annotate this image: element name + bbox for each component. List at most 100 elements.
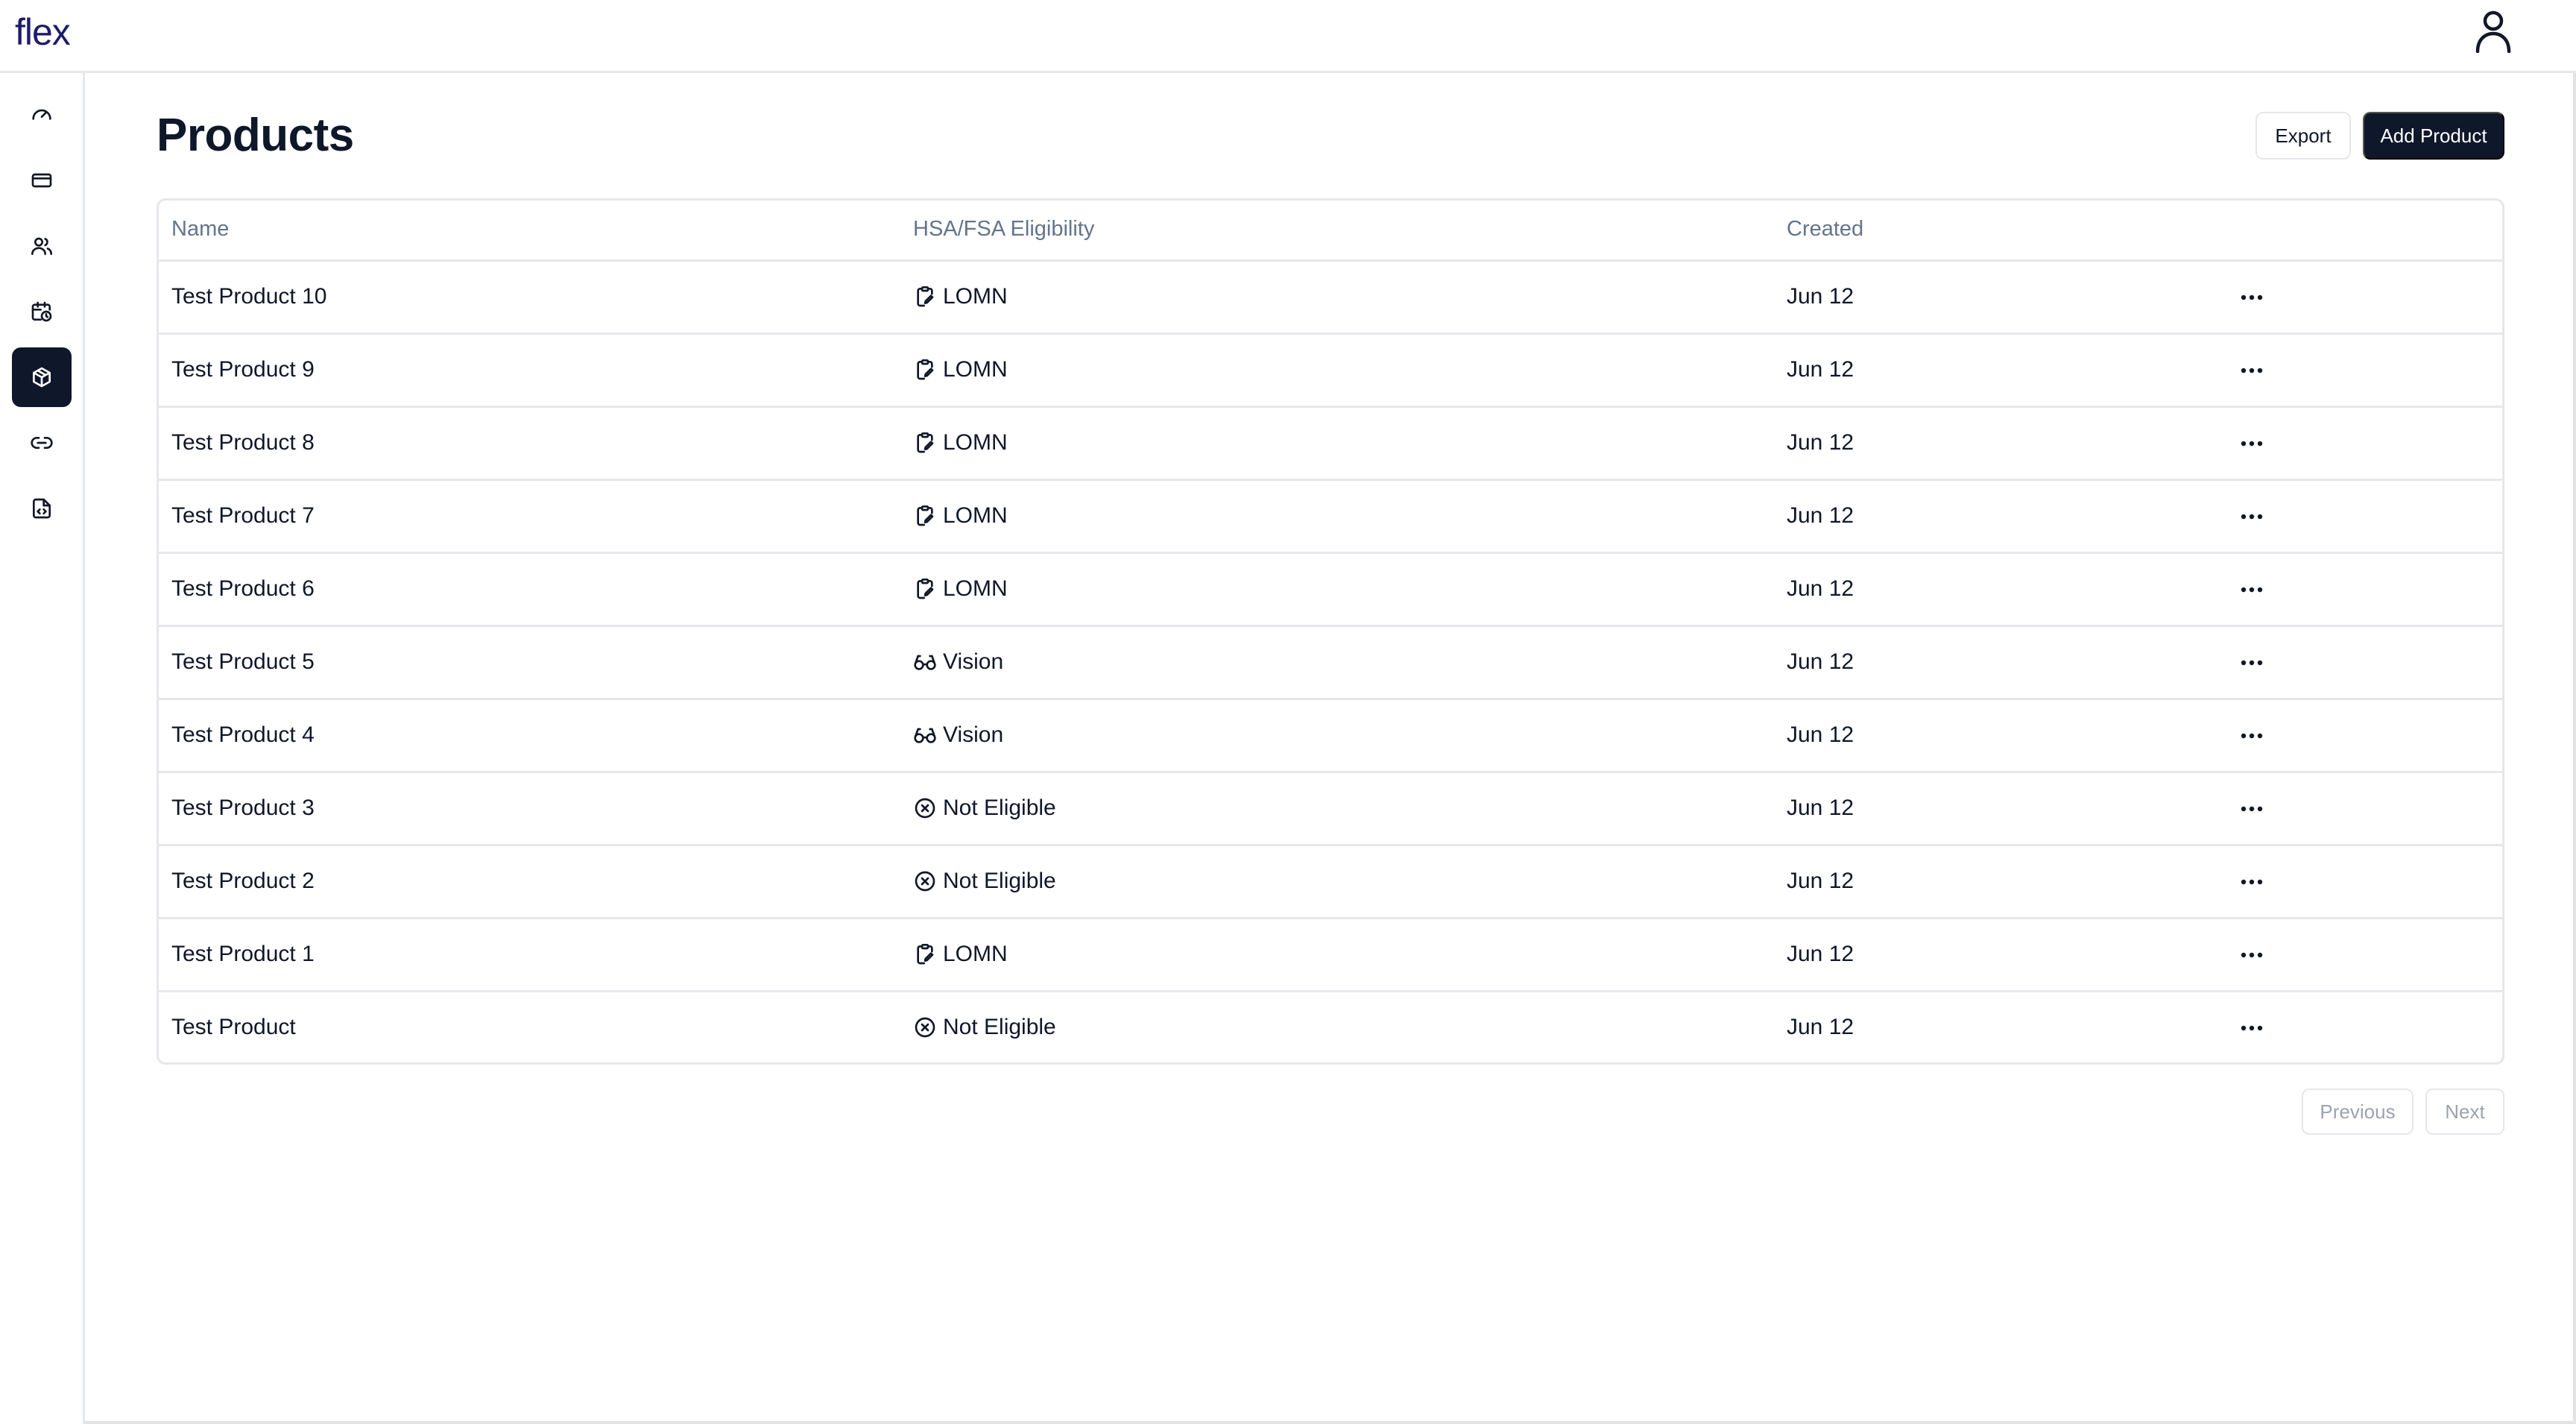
users-icon [31, 237, 52, 255]
row-actions-button[interactable] [2231, 1013, 2273, 1043]
eligibility-label: Not Eligible [943, 796, 1056, 820]
created-date: Jun 12 [1787, 284, 1854, 309]
export-button[interactable]: Export [2255, 112, 2351, 160]
sidebar-item-subscriptions[interactable] [12, 282, 72, 341]
clipboard-edit-icon [913, 285, 937, 309]
more-horizontal-icon [2241, 1025, 2263, 1031]
sidebar-item-payments[interactable] [12, 151, 72, 210]
row-actions-button[interactable] [2231, 721, 2273, 751]
logo[interactable]: flex [15, 10, 71, 54]
row-actions-button[interactable] [2231, 794, 2273, 824]
row-actions-button[interactable] [2231, 867, 2273, 897]
more-horizontal-icon [2241, 733, 2263, 739]
product-name[interactable]: Test Product 1 [171, 942, 315, 967]
row-actions-button[interactable] [2231, 283, 2273, 312]
eligibility-label: LOMN [943, 357, 1008, 382]
table-row[interactable]: Test Product 1 LOMN Jun 12 [159, 919, 2502, 992]
eligibility-cell: Not Eligible [913, 796, 1056, 821]
sidebar [0, 73, 85, 1424]
product-name[interactable]: Test Product 2 [171, 869, 315, 894]
table-row[interactable]: Test Product 8 LOMN Jun 12 [159, 408, 2502, 481]
table-row[interactable]: Test Product 10 LOMN Jun 12 [159, 262, 2502, 335]
sidebar-item-developers[interactable] [12, 479, 72, 538]
table-row[interactable]: Test Product 2 Not Eligible Jun 12 [159, 846, 2502, 919]
sidebar-item-dashboard[interactable] [12, 85, 72, 145]
package-icon [33, 367, 51, 388]
product-name[interactable]: Test Product 5 [171, 649, 315, 675]
table-row[interactable]: Test Product 4 Vision Jun 12 [159, 700, 2502, 773]
more-horizontal-icon [2241, 514, 2263, 520]
more-horizontal-icon [2241, 294, 2263, 300]
table-header: Name HSA/FSA Eligibility Created [159, 201, 2502, 262]
product-name[interactable]: Test Product 8 [171, 430, 315, 456]
created-date: Jun 12 [1787, 796, 1854, 820]
eligibility-cell: LOMN [913, 503, 1008, 529]
table-row[interactable]: Test Product 3 Not Eligible Jun 12 [159, 773, 2502, 846]
row-actions-button[interactable] [2231, 940, 2273, 970]
created-date: Jun 12 [1787, 649, 1854, 674]
eligibility-cell: Not Eligible [913, 1015, 1056, 1040]
next-button[interactable]: Next [2425, 1089, 2504, 1135]
product-name[interactable]: Test Product 6 [171, 576, 315, 602]
eligibility-label: Not Eligible [943, 1015, 1056, 1039]
sidebar-item-customers[interactable] [12, 216, 72, 276]
product-name[interactable]: Test Product 10 [171, 284, 326, 309]
previous-button[interactable]: Previous [2302, 1089, 2414, 1135]
clipboard-edit-icon [913, 942, 937, 966]
row-actions-button[interactable] [2231, 356, 2273, 385]
table-row[interactable]: Test Product 9 LOMN Jun 12 [159, 335, 2502, 408]
more-horizontal-icon [2241, 441, 2263, 447]
clipboard-edit-icon [913, 358, 937, 382]
gauge-icon [32, 109, 51, 120]
more-horizontal-icon [2241, 660, 2263, 666]
more-horizontal-icon [2241, 587, 2263, 593]
product-name[interactable]: Test Product 3 [171, 796, 315, 821]
eligibility-cell: LOMN [913, 357, 1008, 382]
row-actions-button[interactable] [2231, 575, 2273, 605]
created-date: Jun 12 [1787, 357, 1854, 382]
x-circle-icon [913, 869, 937, 893]
created-date: Jun 12 [1787, 1015, 1854, 1039]
page-title: Products [157, 110, 354, 161]
eligibility-cell: LOMN [913, 284, 1008, 309]
table-row[interactable]: Test Product 5 Vision Jun 12 [159, 627, 2502, 700]
row-actions-button[interactable] [2231, 502, 2273, 532]
more-horizontal-icon [2241, 368, 2263, 374]
eligibility-label: LOMN [943, 503, 1008, 528]
column-header-name: Name [171, 217, 230, 241]
table-row[interactable]: Test Product Not Eligible Jun 12 [159, 992, 2502, 1062]
product-name[interactable]: Test Product 7 [171, 503, 315, 529]
calendar-clock-icon [31, 301, 52, 322]
clipboard-edit-icon [913, 577, 937, 601]
eligibility-label: LOMN [943, 576, 1008, 601]
glasses-icon [913, 723, 937, 747]
created-date: Jun 12 [1787, 942, 1854, 966]
created-date: Jun 12 [1787, 869, 1854, 893]
product-name[interactable]: Test Product 9 [171, 357, 315, 382]
eligibility-label: LOMN [943, 284, 1008, 309]
product-name[interactable]: Test Product [171, 1015, 296, 1040]
eligibility-label: Vision [943, 649, 1004, 674]
sidebar-item-products[interactable] [12, 347, 72, 407]
user-profile-button[interactable] [2472, 7, 2515, 55]
more-horizontal-icon [2241, 806, 2263, 812]
user-icon [2475, 10, 2511, 53]
file-code-icon [33, 498, 51, 519]
row-actions-button[interactable] [2231, 429, 2273, 459]
created-date: Jun 12 [1787, 503, 1854, 528]
add-product-button[interactable]: Add Product [2363, 112, 2504, 160]
product-name[interactable]: Test Product 4 [171, 722, 315, 748]
eligibility-cell: Not Eligible [913, 869, 1056, 894]
eligibility-cell: LOMN [913, 576, 1008, 602]
created-date: Jun 12 [1787, 576, 1854, 601]
table-row[interactable]: Test Product 7 LOMN Jun 12 [159, 481, 2502, 554]
sidebar-item-links[interactable] [12, 413, 72, 473]
more-horizontal-icon [2241, 952, 2263, 958]
x-circle-icon [913, 796, 937, 820]
glasses-icon [913, 650, 937, 674]
table-row[interactable]: Test Product 6 LOMN Jun 12 [159, 554, 2502, 627]
x-circle-icon [913, 1015, 937, 1039]
products-table: Name HSA/FSA Eligibility Created Test Pr… [157, 198, 2504, 1065]
eligibility-cell: Vision [913, 722, 1003, 748]
row-actions-button[interactable] [2231, 648, 2273, 678]
